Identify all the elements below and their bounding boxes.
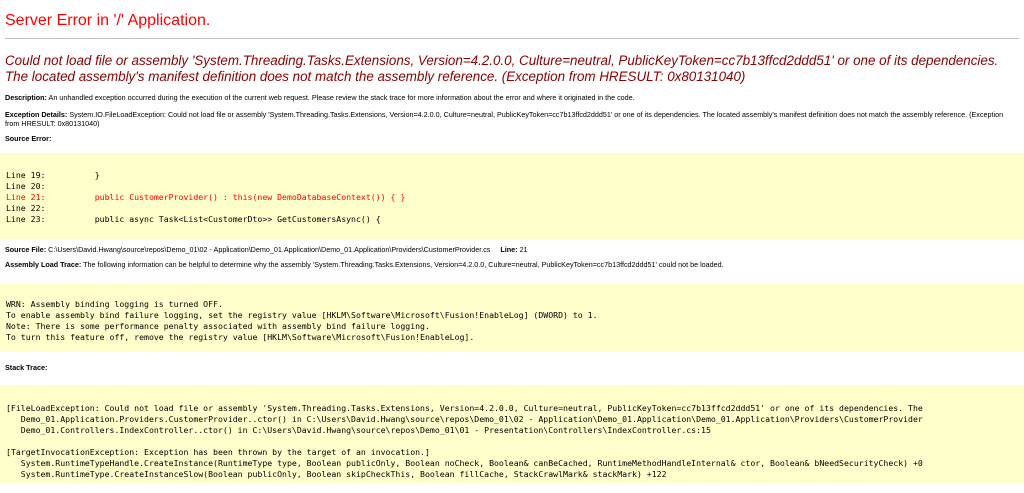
source-line-label: Line: xyxy=(500,245,518,254)
stack-line: System.RuntimeTypeHandle.CreateInstance(… xyxy=(6,458,923,468)
stack-line: Demo_01.Controllers.IndexController..cto… xyxy=(6,425,711,435)
page-title: Server Error in '/' Application. xyxy=(5,12,211,29)
source-error-label: Source Error: xyxy=(5,134,52,143)
description-text: An unhandled exception occurred during t… xyxy=(48,93,635,102)
stack-line: Demo_01.Application.Providers.CustomerPr… xyxy=(6,414,923,424)
description-section: Description: An unhandled exception occu… xyxy=(5,93,1017,102)
source-file-section: Source File: C:\Users\David.Hwang\source… xyxy=(0,245,1024,269)
code-line-number: Line 22: xyxy=(6,203,46,213)
stack-trace-heading-wrap: Stack Trace: xyxy=(0,363,1024,372)
trace-line: To turn this feature off, remove the reg… xyxy=(6,332,475,342)
code-line: Line 20: xyxy=(6,181,1024,192)
code-line: Line 23: public async Task<List<Customer… xyxy=(6,214,1024,225)
exception-details-label: Exception Details: xyxy=(5,110,68,119)
assembly-load-trace-section: Assembly Load Trace: The following infor… xyxy=(5,260,1017,269)
stack-line: [FileLoadException: Could not load file … xyxy=(6,403,923,413)
code-line: Line 22: xyxy=(6,203,1024,214)
code-line-number: Line 20: xyxy=(6,181,46,191)
code-line-number: Line 23: xyxy=(6,214,46,224)
source-file-label: Source File: xyxy=(5,245,47,254)
exception-details-section: Exception Details: System.IO.FileLoadExc… xyxy=(5,110,1017,128)
source-error-code-block: Line 19: } Line 20: Line 21: public Custo… xyxy=(0,153,1024,239)
stack-trace-heading: Stack Trace: xyxy=(5,363,1017,372)
title-divider xyxy=(5,38,1019,39)
stack-trace-label: Stack Trace: xyxy=(5,363,48,372)
code-line-number: Line 21: xyxy=(6,192,46,202)
code-line-number: Line 19: xyxy=(6,170,46,180)
exception-details-text: System.IO.FileLoadException: Could not l… xyxy=(5,110,1004,128)
code-line-text: } xyxy=(45,170,100,180)
code-line-text: public CustomerProvider() : this(new Dem… xyxy=(45,192,406,202)
stack-line: [TargetInvocationException: Exception ha… xyxy=(6,447,430,457)
assembly-load-trace-label: Assembly Load Trace: xyxy=(5,260,82,269)
assembly-load-trace-block: WRN: Assembly binding logging is turned … xyxy=(0,284,1024,352)
source-file-line: Source File: C:\Users\David.Hwang\source… xyxy=(5,245,1017,254)
stack-line: System.RuntimeType.CreateInstanceSlow(Bo… xyxy=(6,469,667,479)
error-page: Server Error in '/' Application. Could n… xyxy=(0,0,1024,143)
description-label: Description: xyxy=(5,93,47,102)
code-line: Line 19: } xyxy=(6,170,1024,181)
assembly-load-trace-text: The following information can be helpful… xyxy=(83,260,724,269)
source-error-heading: Source Error: xyxy=(5,134,1017,143)
trace-line: WRN: Assembly binding logging is turned … xyxy=(6,299,223,309)
code-line-highlighted: Line 21: public CustomerProvider() : thi… xyxy=(6,192,1024,203)
source-file-path: C:\Users\David.Hwang\source\repos\Demo_0… xyxy=(48,245,491,254)
source-line-value: 21 xyxy=(519,245,528,254)
trace-line: Note: There is some performance penalty … xyxy=(6,321,430,331)
stack-line: ​ xyxy=(6,436,1024,447)
code-line-text: public async Task<List<CustomerDto>> Get… xyxy=(45,214,381,224)
stack-trace-block: [FileLoadException: Could not load file … xyxy=(0,385,1024,483)
error-message: Could not load file or assembly 'System.… xyxy=(5,53,999,84)
trace-line: To enable assembly bind failure logging,… xyxy=(6,310,598,320)
